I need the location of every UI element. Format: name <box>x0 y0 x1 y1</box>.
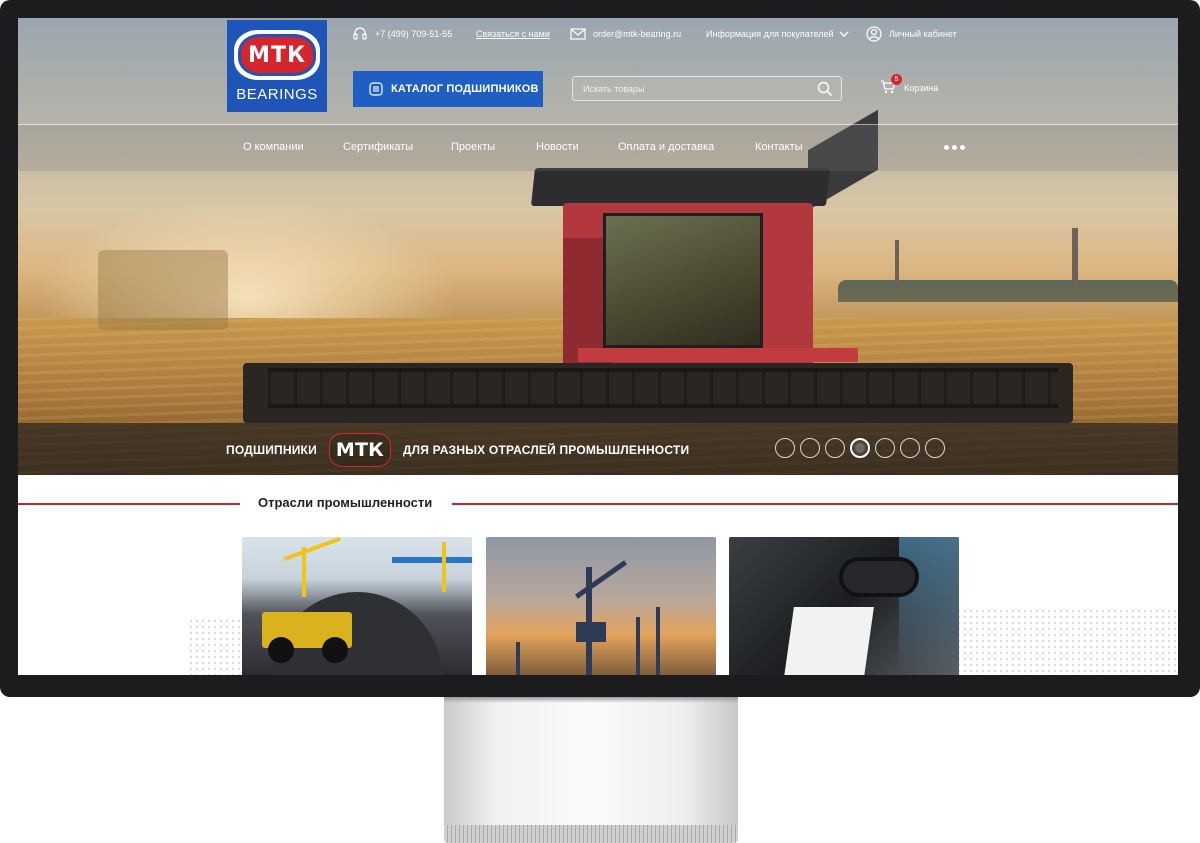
port-crane-mast <box>636 617 640 675</box>
harvester-reel <box>268 368 1058 408</box>
slider-dot[interactable] <box>775 438 795 458</box>
dot-pattern-decoration <box>938 608 1178 675</box>
logo-subtitle: BEARINGS <box>236 86 318 103</box>
nav-item-about[interactable]: О компании <box>243 141 304 153</box>
catalog-button-label: КАТАЛОГ ПОДШИПНИКОВ <box>391 83 539 95</box>
port-crane-mast <box>516 642 520 675</box>
email-address: order@mtk-bearing.ru <box>593 29 682 39</box>
monitor-frame: МТК BEARINGS +7 (499) 709-51-55 Связатьс… <box>0 0 1200 697</box>
hero-background-harvester <box>98 250 228 330</box>
envelope-icon <box>570 28 586 40</box>
loader-wheel <box>268 637 294 663</box>
paper-stack <box>784 607 874 675</box>
chevron-down-icon <box>839 31 849 37</box>
browser-viewport: МТК BEARINGS +7 (499) 709-51-55 Связатьс… <box>18 18 1178 675</box>
crane-mast <box>442 542 446 592</box>
machine-light <box>899 537 959 675</box>
hero-chimney <box>895 240 899 290</box>
search-icon[interactable] <box>817 81 833 97</box>
account-link[interactable]: Личный кабинет <box>866 25 957 43</box>
user-circle-icon <box>866 26 882 42</box>
port-crane-mast <box>656 607 660 675</box>
industry-card-mining[interactable] <box>242 537 472 675</box>
hero-treeline <box>838 280 1178 302</box>
monitor-stand <box>444 697 738 827</box>
machine-arm <box>839 557 919 597</box>
headset-icon <box>353 27 367 40</box>
conveyor <box>392 557 472 563</box>
slider-dot[interactable] <box>800 438 820 458</box>
nav-item-contacts[interactable]: Контакты <box>755 141 803 153</box>
nav-item-projects[interactable]: Проекты <box>451 141 495 153</box>
caption-logo: МТК <box>328 433 391 467</box>
header-phone[interactable]: +7 (499) 709-51-55 <box>352 25 452 43</box>
search-box[interactable] <box>572 76 842 101</box>
site-logo[interactable]: МТК BEARINGS <box>227 20 327 112</box>
dots-icon[interactable] <box>944 145 965 150</box>
buyers-info-menu[interactable]: Информация для покупателей <box>706 25 850 43</box>
cart-count-badge: 5 <box>891 74 902 85</box>
industries-title: Отрасли промышленности <box>258 495 433 510</box>
caption-suffix: ДЛЯ РАЗНЫХ ОТРАСЛЕЙ ПРОМЫШЛЕННОСТИ <box>402 443 690 457</box>
section-divider-left <box>18 503 240 505</box>
loader-wheel <box>322 637 348 663</box>
slider-dots <box>775 438 945 458</box>
logo-text: МТК <box>248 42 306 68</box>
cart-link[interactable]: 5 Корзина <box>880 74 939 96</box>
harvester-red-beam <box>578 348 858 362</box>
logo-emblem-inner: МТК <box>238 34 316 76</box>
slider-dot[interactable] <box>875 438 895 458</box>
nav-item-news[interactable]: Новости <box>536 141 579 153</box>
search-input[interactable] <box>573 77 809 100</box>
monitor-stand-base <box>444 825 738 843</box>
hero-chimney <box>1072 228 1078 290</box>
account-label: Личный кабинет <box>889 29 957 39</box>
nav-item-payment-delivery[interactable]: Оплата и доставка <box>618 141 714 153</box>
caption-prefix: ПОДШИПНИКИ <box>226 443 317 457</box>
buyers-info-label: Информация для покупателей <box>706 29 834 39</box>
contact-us-link[interactable]: Связаться с нами <box>476 25 550 43</box>
industry-card-port[interactable] <box>486 537 716 675</box>
header-email[interactable]: order@mtk-bearing.ru <box>570 25 681 43</box>
phone-number: +7 (499) 709-51-55 <box>375 29 453 39</box>
list-icon <box>369 82 383 96</box>
crane-jib <box>283 537 341 562</box>
slider-dot[interactable] <box>825 438 845 458</box>
main-nav: О компании Сертификаты Проекты Новости О… <box>18 125 1178 171</box>
logo-emblem: МТК <box>234 30 320 80</box>
slider-dot[interactable] <box>925 438 945 458</box>
port-crane-cabin <box>576 622 606 642</box>
catalog-button[interactable]: КАТАЛОГ ПОДШИПНИКОВ <box>353 71 543 107</box>
section-divider-right <box>452 503 1178 505</box>
harvester-roof <box>531 168 830 206</box>
slider-dot[interactable] <box>900 438 920 458</box>
slide-caption: ПОДШИПНИКИ МТК ДЛЯ РАЗНЫХ ОТРАСЛЕЙ ПРОМЫ… <box>226 432 689 468</box>
cart-icon-wrap: 5 <box>880 74 902 96</box>
nav-item-certificates[interactable]: Сертификаты <box>343 141 413 153</box>
contact-us-label: Связаться с нами <box>476 29 550 39</box>
cart-label: Корзина <box>904 83 939 93</box>
port-crane-jib <box>574 560 628 599</box>
industry-card-printing[interactable] <box>729 537 959 675</box>
slider-dot[interactable] <box>850 438 870 458</box>
harvester-window <box>603 213 763 348</box>
